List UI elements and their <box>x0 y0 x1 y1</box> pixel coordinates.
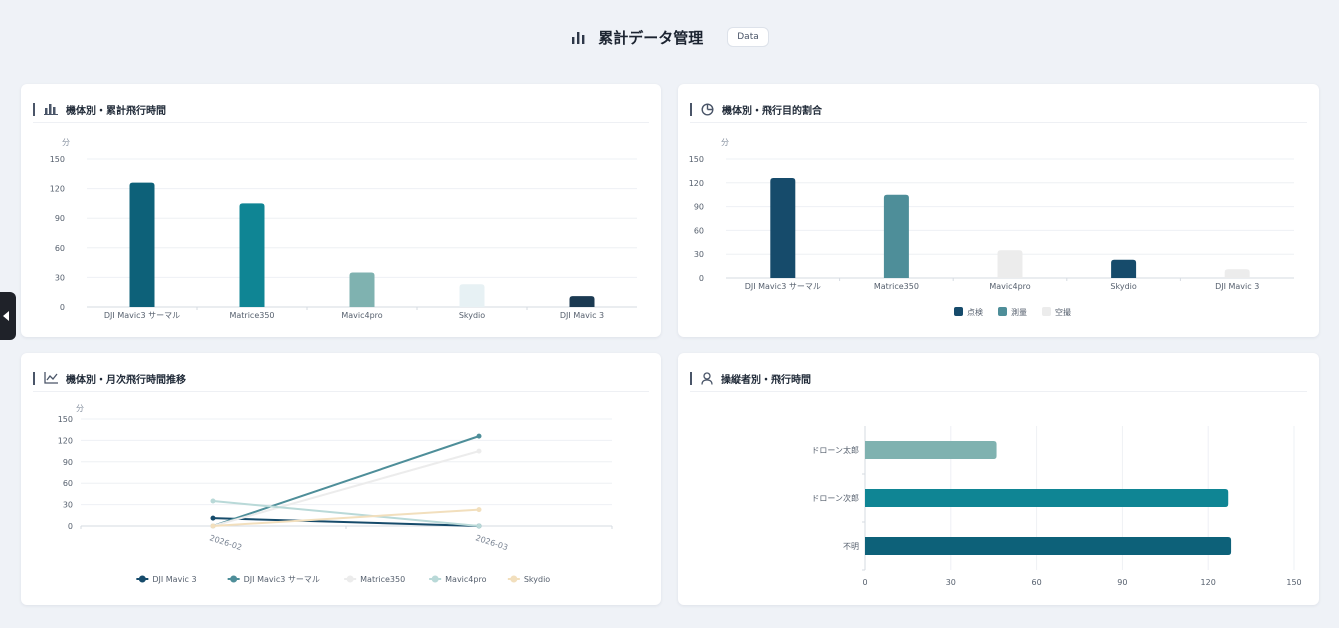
bar <box>1111 259 1137 278</box>
y-tick-label: 30 <box>55 273 65 282</box>
y-tick-label: ドローン次郎 <box>811 493 859 503</box>
legend-label: Skydio <box>524 575 550 584</box>
y-tick-label: 30 <box>63 501 73 510</box>
x-tick-label: Skydio <box>459 311 485 320</box>
x-tick-label: 150 <box>1286 578 1301 587</box>
x-tick-label: Matrice350 <box>229 311 274 320</box>
x-tick-label: 90 <box>1117 578 1127 587</box>
x-tick-label: DJI Mavic3 サーマル <box>745 282 821 291</box>
sidebar-toggle-button[interactable] <box>0 292 16 340</box>
legend-swatch <box>954 307 963 316</box>
x-tick-label: Skydio <box>1110 282 1136 291</box>
y-tick-label: 150 <box>58 415 73 424</box>
page-title: 累計データ管理 <box>598 28 704 47</box>
data-point <box>476 523 482 529</box>
operator-time-card: 操縦者別・飛行時間 0 30 60 90 120 150 ドローン太郎 ドローン次郎 不明 <box>678 353 1319 605</box>
bar <box>129 182 155 307</box>
x-tick-label: 2026-02 <box>208 533 243 552</box>
chevron-left-icon <box>3 311 9 321</box>
y-axis-unit: 分 <box>721 138 729 147</box>
x-tick-label: DJI Mavic 3 <box>1215 282 1259 291</box>
y-tick-label: 30 <box>694 250 704 259</box>
legend-label: DJI Mavic 3 <box>152 575 196 584</box>
y-tick-label: 0 <box>68 522 73 531</box>
bar <box>239 203 265 307</box>
data-point <box>476 448 482 454</box>
series-line <box>212 450 480 527</box>
y-tick-label: 90 <box>55 214 65 223</box>
legend-label: Matrice350 <box>360 575 405 584</box>
operator-time-chart: 0 30 60 90 120 150 ドローン太郎ドローン次郎不明 <box>811 426 1302 587</box>
data-point <box>476 507 482 513</box>
y-tick-label: 120 <box>50 185 65 194</box>
data-point <box>210 498 216 504</box>
x-tick-label: 60 <box>1032 578 1042 587</box>
y-axis-unit: 分 <box>76 404 84 413</box>
y-tick-label: 120 <box>58 436 73 445</box>
legend-label: 測量 <box>1011 307 1027 317</box>
y-tick-label: 不明 <box>843 542 859 551</box>
legend-marker <box>346 575 354 583</box>
bar <box>569 296 595 307</box>
legend-label: DJI Mavic3 サーマル <box>244 575 320 584</box>
machine-total-card: 機体別・累計飛行時間 0 30 60 90 120 150 分 DJI Mavic3 サーマル… <box>21 84 661 337</box>
legend-label: 点検 <box>967 307 983 317</box>
legend-marker <box>138 575 146 583</box>
stats-icon <box>570 29 586 45</box>
x-tick-label: 120 <box>1201 578 1216 587</box>
bar <box>349 272 375 307</box>
bar <box>997 250 1023 278</box>
legend-marker <box>230 575 238 583</box>
bar <box>883 194 909 278</box>
x-tick-label: Mavic4pro <box>989 282 1030 291</box>
page-header: 累計データ管理 Data <box>0 22 1339 52</box>
bar <box>865 489 1229 507</box>
legend-marker <box>431 575 439 583</box>
legend-swatch <box>998 307 1007 316</box>
data-point <box>476 433 482 439</box>
bar <box>459 284 485 307</box>
legend-swatch <box>1042 307 1051 316</box>
x-tick-label: Matrice350 <box>874 282 919 291</box>
y-tick-label: 60 <box>55 244 65 253</box>
y-tick-label: 120 <box>689 179 704 188</box>
purpose-ratio-chart: 0 30 60 90 120 150 分 DJI Mavic3 サーマル Matrice350 M… <box>689 138 1294 317</box>
bar <box>770 178 796 278</box>
legend-marker <box>510 575 518 583</box>
y-tick-label: 90 <box>694 203 704 212</box>
monthly-trend-chart: 0 30 60 90 120 150分 2026-02 2026-03 DJI Mavic 3 D… <box>58 404 613 584</box>
bar <box>865 537 1232 555</box>
x-tick-label: 30 <box>946 578 956 587</box>
data-point <box>210 515 216 521</box>
x-tick-label: Mavic4pro <box>341 311 382 320</box>
x-tick-label: DJI Mavic 3 <box>560 311 604 320</box>
x-tick-label: 2026-03 <box>474 533 509 552</box>
bar <box>865 441 997 459</box>
data-point <box>210 523 216 529</box>
x-tick-label: 0 <box>862 578 867 587</box>
y-axis-unit: 分 <box>62 138 70 147</box>
y-tick-label: ドローン太郎 <box>811 445 859 455</box>
bar <box>1224 269 1250 278</box>
purpose-ratio-card: 機体別・飛行目的割合 0 30 60 90 120 150 分 DJI Mavic3 サーマル… <box>678 84 1319 337</box>
y-tick-label: 0 <box>699 274 704 283</box>
y-tick-label: 150 <box>50 155 65 164</box>
data-badge: Data <box>727 27 769 47</box>
x-tick-label: DJI Mavic3 サーマル <box>104 311 180 320</box>
y-tick-label: 90 <box>63 458 73 467</box>
legend-label: 空撮 <box>1055 307 1071 317</box>
machine-total-chart: 0 30 60 90 120 150 分 DJI Mavic3 サーマル Matrice350 M… <box>50 138 637 320</box>
legend-label: Mavic4pro <box>445 575 486 584</box>
y-tick-label: 0 <box>60 303 65 312</box>
y-tick-label: 60 <box>63 479 73 488</box>
y-tick-label: 60 <box>694 226 704 235</box>
monthly-trend-card: 機体別・月次飛行時間推移 0 30 60 90 120 150 分 2026-02 2026-0… <box>21 353 661 605</box>
y-tick-label: 150 <box>689 155 704 164</box>
